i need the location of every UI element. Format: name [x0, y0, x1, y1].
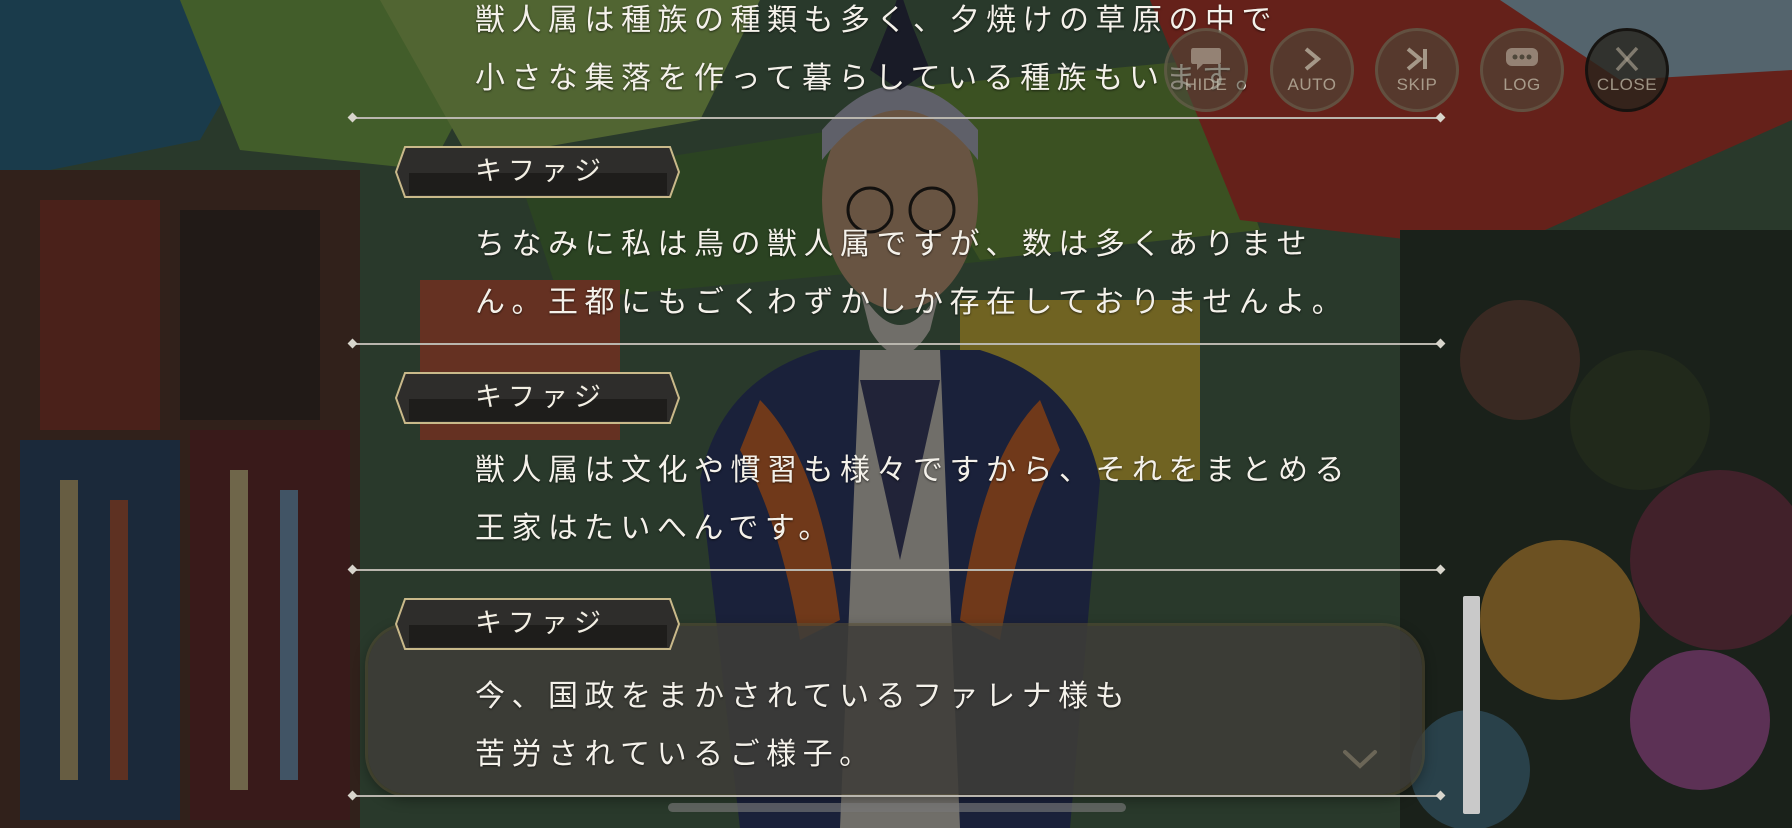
log-message-line: ちなみに私は鳥の獣人属ですが、数は多くありませ	[475, 227, 1313, 262]
chat-log-icon	[1506, 48, 1538, 66]
log-message-text: 獣人属は種族の種類も多く、夕焼けの草原の中で 小さな集落を作って暮らしている種族…	[475, 0, 1278, 108]
log-message-text: 獣人属は文化や慣習も様々ですから、それをまとめる 王家はたいへんです。	[475, 442, 1351, 558]
speaker-nameplate: キファジ	[395, 146, 680, 198]
log-message-line: ん。王都にもごくわずかしか存在しておりませんよ。	[475, 285, 1349, 320]
auto-button-label: AUTO	[1287, 75, 1337, 94]
log-message-line: 苦労されているご様子。	[475, 737, 876, 772]
speaker-name: キファジ	[475, 382, 607, 413]
close-x-icon	[1615, 46, 1639, 72]
log-message-line: 獣人属は種族の種類も多く、夕焼けの草原の中で	[475, 3, 1278, 38]
log-divider	[353, 795, 1440, 797]
skip-button[interactable]: SKIP	[1375, 28, 1459, 112]
auto-button[interactable]: AUTO	[1270, 28, 1354, 112]
log-divider	[353, 569, 1440, 571]
speaker-name: キファジ	[475, 156, 607, 187]
log-message-text: 今、国政をまかされているファレナ様も 苦労されているご様子。	[475, 668, 1131, 784]
log-message-line: 今、国政をまかされているファレナ様も	[475, 679, 1132, 714]
speech-bubble-icon	[1191, 48, 1221, 70]
close-button[interactable]: CLOSE	[1585, 28, 1669, 112]
speaker-nameplate: キファジ	[395, 372, 680, 424]
close-button-label: CLOSE	[1596, 75, 1658, 94]
home-indicator-bar	[668, 803, 1126, 812]
chevron-down-icon	[1343, 750, 1377, 769]
log-divider	[353, 117, 1440, 119]
log-message-text: ちなみに私は鳥の獣人属ですが、数は多くありませ ん。王都にもごくわずかしか存在し…	[475, 216, 1348, 332]
log-message-line: 王家はたいへんです。	[475, 511, 835, 546]
skip-forward-icon	[1406, 47, 1427, 71]
log-button-label: LOG	[1503, 75, 1541, 94]
hide-button-label: HIDE	[1184, 75, 1228, 94]
hide-button[interactable]: HIDE	[1164, 28, 1248, 112]
log-message-line: 獣人属は文化や慣習も様々ですから、それをまとめる	[475, 453, 1351, 488]
log-button[interactable]: LOG	[1480, 28, 1564, 112]
skip-button-label: SKIP	[1396, 75, 1438, 94]
speaker-nameplate: キファジ	[395, 598, 680, 650]
speaker-name: キファジ	[475, 608, 607, 639]
log-message-line: 小さな集落を作って暮らしている種族もいます。	[475, 61, 1272, 96]
log-divider	[353, 343, 1440, 345]
vertical-scrollbar[interactable]	[1463, 596, 1480, 814]
play-chevron-icon	[1304, 47, 1322, 71]
